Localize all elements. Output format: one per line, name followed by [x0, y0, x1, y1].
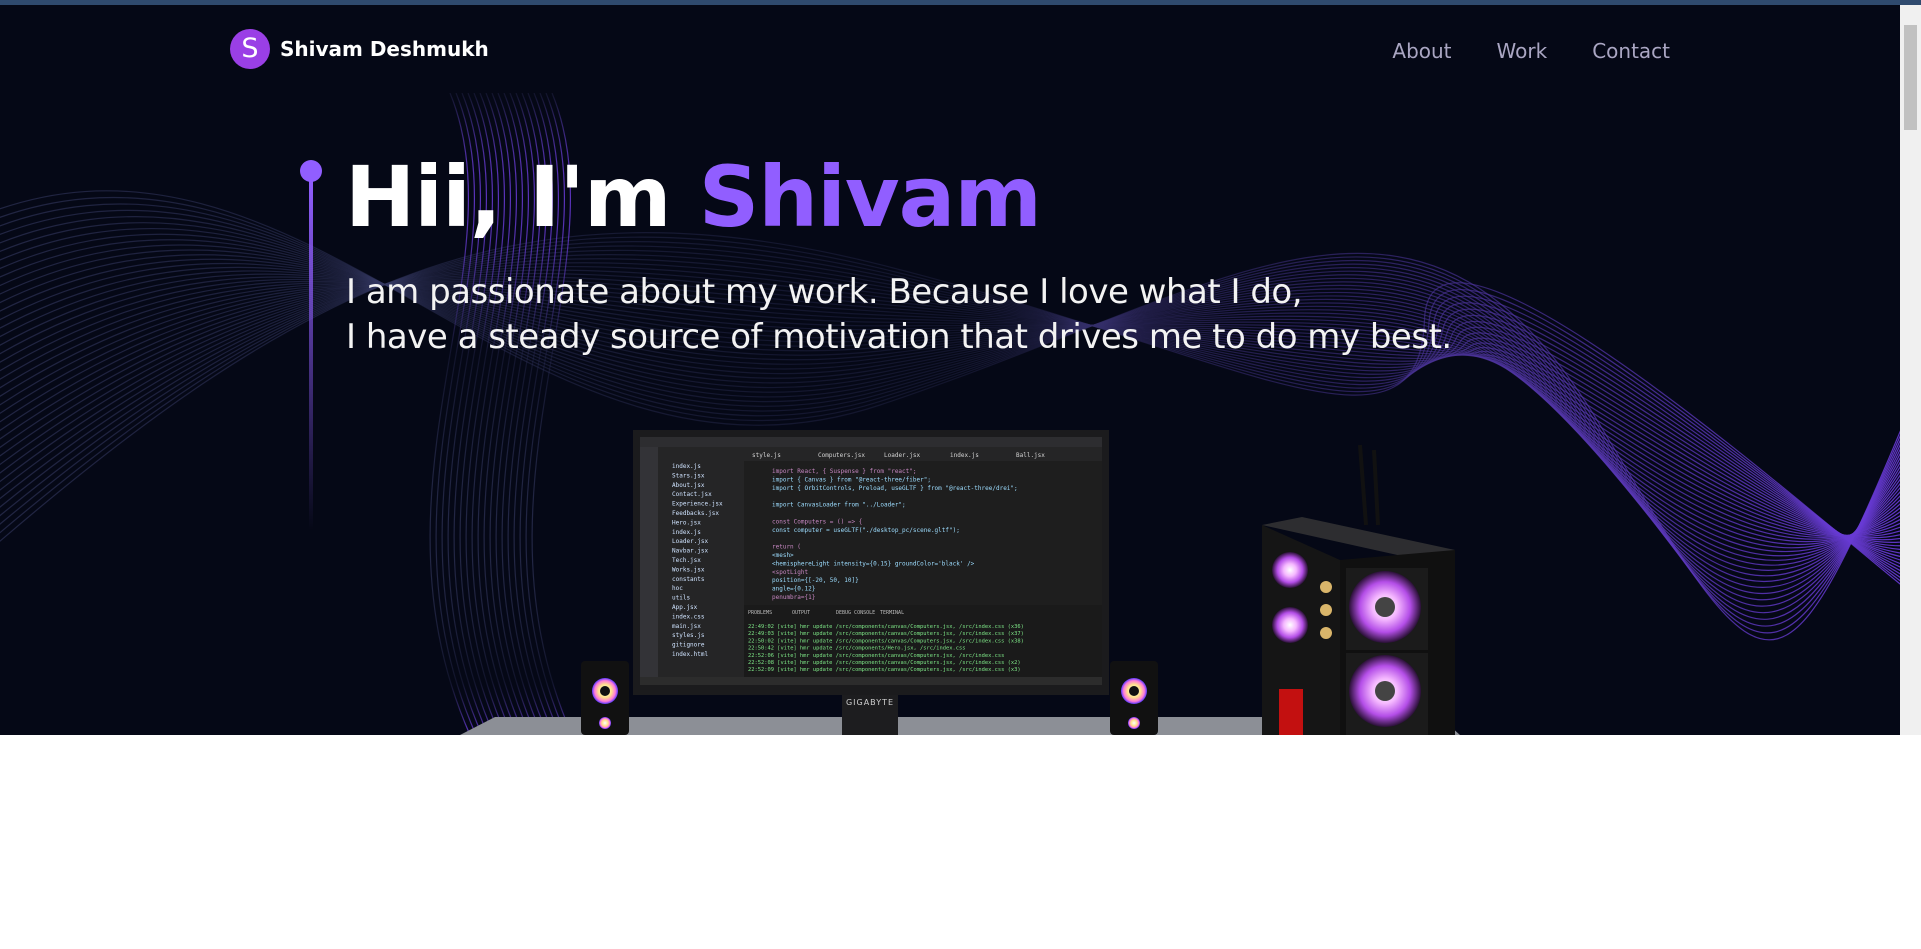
- file-tree-item: main.jsx: [672, 623, 701, 630]
- logo-avatar-icon: S: [230, 29, 270, 69]
- code-line: return (: [772, 544, 801, 551]
- pc-case: [1262, 444, 1455, 735]
- hero-section: S Shivam Deshmukh About Work Contact Hii…: [0, 5, 1900, 735]
- file-tree-item: Tech.jsx: [672, 557, 701, 564]
- code-line: <hemisphereLight intensity={0.15} ground…: [772, 560, 975, 567]
- code-line: penumbra={1}: [772, 594, 815, 601]
- terminal-line: 22:52:08 [vite] hmr update /src/componen…: [748, 660, 1021, 666]
- editor-tab: Loader.jsx: [884, 452, 921, 459]
- nav-links: About Work Contact: [1392, 39, 1670, 63]
- file-tree-item: Hero.jsx: [672, 519, 701, 526]
- code-line: import React, { Suspense } from "react";: [772, 468, 917, 475]
- file-tree-item: App.jsx: [672, 604, 698, 611]
- editor-tab: index.js: [950, 452, 979, 459]
- code-line: angle={0.12}: [772, 586, 815, 593]
- file-tree-item: Experience.jsx: [672, 501, 723, 508]
- file-tree-item: constants: [672, 576, 705, 583]
- navbar: S Shivam Deshmukh About Work Contact: [0, 5, 1900, 93]
- nav-link-about[interactable]: About: [1392, 39, 1451, 63]
- file-tree-item: index.js: [672, 529, 701, 536]
- editor-tab: Ball.jsx: [1016, 452, 1045, 459]
- hero-greeting: Hii, I'm: [345, 148, 699, 246]
- terminal-line: 22:50:02 [vite] hmr update /src/componen…: [748, 638, 1024, 644]
- code-line: <spotLight: [772, 569, 809, 576]
- file-tree-item: Navbar.jsx: [672, 548, 709, 555]
- page-scrollbar[interactable]: [1900, 5, 1921, 735]
- terminal-line: 22:49:02 [vite] hmr update /src/componen…: [748, 624, 1024, 630]
- terminal-line: 22:52:06 [vite] hmr update /src/componen…: [748, 653, 1004, 659]
- terminal-line: 22:49:03 [vite] hmr update /src/componen…: [748, 631, 1024, 637]
- scrollbar-thumb[interactable]: [1904, 25, 1917, 130]
- code-line: import { Canvas } from "@react-three/fib…: [772, 476, 931, 483]
- code-line: position={[-20, 50, 10]}: [772, 577, 859, 584]
- hero-subtitle-line-1: I am passionate about my work. Because I…: [346, 272, 1303, 312]
- hero-subtitle-line-2: I have a steady source of motivation tha…: [346, 317, 1452, 357]
- nav-link-contact[interactable]: Contact: [1592, 39, 1670, 63]
- code-line: import { OrbitControls, Preload, useGLTF…: [772, 485, 1018, 492]
- file-tree-item: hoc: [672, 585, 683, 592]
- terminal-line: 22:50:42 [vite] hmr update /src/componen…: [748, 646, 965, 652]
- file-tree-item: Contact.jsx: [672, 491, 712, 498]
- terminal-tab: PROBLEMS: [748, 610, 772, 616]
- code-line: const Computers = () => {: [772, 518, 862, 525]
- timeline-dot: [300, 160, 322, 182]
- file-tree-item: index.css: [672, 613, 705, 620]
- editor-tab: Computers.jsx: [818, 452, 865, 459]
- file-tree-item: About.jsx: [672, 482, 705, 489]
- right-speaker: [1110, 661, 1158, 735]
- monitor-brand: GIGABYTE: [846, 698, 894, 707]
- terminal-tab: TERMINAL: [880, 610, 904, 616]
- code-line: <mesh>: [772, 552, 794, 559]
- code-line: import CanvasLoader from "../Loader";: [772, 502, 906, 509]
- desktop-pc-scene[interactable]: index.js Stars.jsx About.jsx Contact.jsx Exp…: [0, 5, 1900, 735]
- file-tree-item: Works.jsx: [672, 566, 705, 573]
- editor-tab: style.js: [752, 452, 781, 459]
- left-speaker: [581, 661, 629, 735]
- file-tree-item: index.html: [672, 651, 709, 658]
- file-tree-item: Loader.jsx: [672, 538, 709, 545]
- file-tree-item: styles.js: [672, 632, 705, 639]
- timeline-line: [309, 180, 313, 530]
- file-tree-item: index.js: [672, 463, 701, 470]
- terminal-tab: OUTPUT: [792, 610, 810, 616]
- terminal-tab: DEBUG CONSOLE: [836, 610, 875, 616]
- monitor: index.js Stars.jsx About.jsx Contact.jsx Exp…: [633, 430, 1109, 735]
- hero-headline: Hii, I'm Shivam: [345, 148, 1042, 246]
- file-tree-item: gitignore: [672, 642, 705, 649]
- brand-name: Shivam Deshmukh: [280, 37, 489, 61]
- code-line: const computer = useGLTF("./desktop_pc/s…: [772, 527, 960, 534]
- nav-link-work[interactable]: Work: [1497, 39, 1548, 63]
- file-tree-item: Stars.jsx: [672, 472, 705, 479]
- terminal-line: 22:52:09 [vite] hmr update /src/componen…: [748, 667, 1021, 673]
- file-tree-item: Feedbacks.jsx: [672, 510, 719, 517]
- brand-logo[interactable]: S Shivam Deshmukh: [230, 29, 489, 69]
- file-tree-item: utils: [672, 595, 690, 602]
- hero-name: Shivam: [698, 148, 1042, 246]
